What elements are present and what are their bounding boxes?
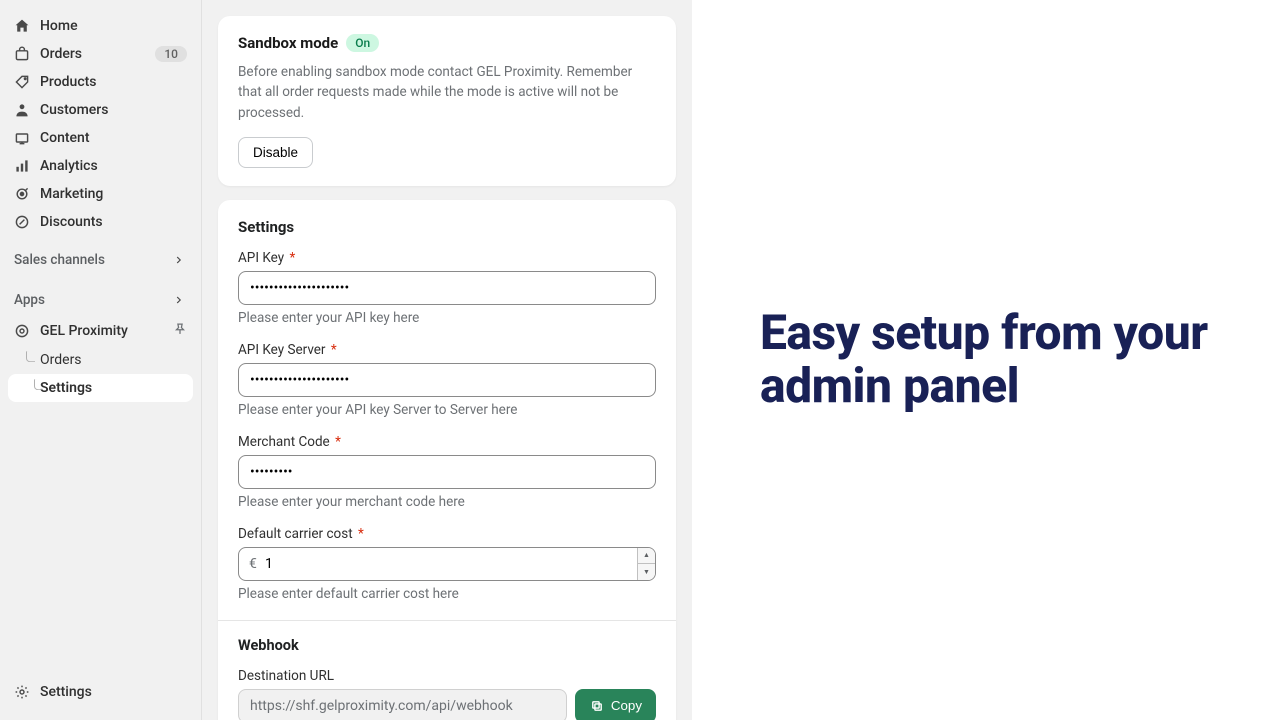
app-sub-settings[interactable]: Settings — [8, 374, 193, 402]
api-server-input[interactable] — [238, 363, 656, 397]
sidebar-item-label: Customers — [40, 102, 108, 118]
sidebar-item-label: Orders — [40, 46, 82, 62]
analytics-icon — [14, 158, 30, 174]
carrier-helper: Please enter default carrier cost here — [238, 586, 656, 602]
api-server-helper: Please enter your API key Server to Serv… — [238, 402, 656, 418]
sandbox-title: Sandbox mode — [238, 34, 338, 52]
target-icon — [14, 186, 30, 202]
chevron-right-icon — [171, 292, 187, 308]
api-key-helper: Please enter your API key here — [238, 310, 656, 326]
api-key-label: API Key * — [238, 250, 656, 266]
pin-icon[interactable] — [173, 322, 187, 340]
sidebar-item-products[interactable]: Products — [0, 68, 201, 96]
app-name: GEL Proximity — [40, 323, 128, 339]
stepper-down[interactable]: ▼ — [638, 564, 655, 580]
carrier-label: Default carrier cost * — [238, 526, 656, 542]
sidebar-item-customers[interactable]: Customers — [0, 96, 201, 124]
webhook-title: Webhook — [238, 637, 656, 654]
currency-symbol: € — [249, 556, 257, 572]
sidebar-item-label: Discounts — [40, 214, 103, 230]
gear-icon — [14, 684, 30, 700]
webhook-url-input[interactable] — [238, 689, 567, 720]
chevron-right-icon — [171, 252, 187, 268]
sidebar-item-label: Settings — [40, 684, 92, 700]
sidebar-item-label: Home — [40, 18, 78, 34]
sub-label: Settings — [40, 380, 92, 396]
content-icon — [14, 130, 30, 146]
sidebar-item-marketing[interactable]: Marketing — [0, 180, 201, 208]
apps-section[interactable]: Apps — [0, 284, 201, 316]
sidebar-item-content[interactable]: Content — [0, 124, 201, 152]
sidebar: Home Orders 10 Products Customers Conten… — [0, 0, 202, 720]
sidebar-item-discounts[interactable]: Discounts — [0, 208, 201, 236]
main-content: Sandbox mode On Before enabling sandbox … — [202, 0, 692, 720]
orders-icon — [14, 46, 30, 62]
tag-icon — [14, 74, 30, 90]
app-sub-orders[interactable]: Orders — [0, 346, 201, 374]
sidebar-item-analytics[interactable]: Analytics — [0, 152, 201, 180]
sidebar-item-orders[interactable]: Orders 10 — [0, 40, 201, 68]
sidebar-item-label: Content — [40, 130, 90, 146]
promo-headline: Easy setup from your admin panel — [760, 307, 1280, 413]
copy-icon — [589, 698, 605, 714]
section-label: Apps — [14, 292, 45, 308]
webhook-row: Destination URL Copy Use the following d… — [238, 668, 656, 720]
copy-button[interactable]: Copy — [575, 689, 656, 720]
disable-button[interactable]: Disable — [238, 137, 313, 168]
app-icon — [14, 323, 30, 339]
app-gel-proximity[interactable]: GEL Proximity — [0, 316, 201, 346]
sidebar-item-label: Products — [40, 74, 97, 90]
sandbox-card: Sandbox mode On Before enabling sandbox … — [218, 16, 676, 186]
sales-channels-section[interactable]: Sales channels — [0, 244, 201, 276]
settings-title: Settings — [238, 218, 656, 236]
api-server-label: API Key Server * — [238, 342, 656, 358]
merchant-row: Merchant Code * Please enter your mercha… — [238, 434, 656, 510]
section-label: Sales channels — [14, 252, 105, 268]
api-key-input[interactable] — [238, 271, 656, 305]
sandbox-title-row: Sandbox mode On — [238, 34, 656, 52]
sidebar-item-label: Marketing — [40, 186, 103, 202]
merchant-helper: Please enter your merchant code here — [238, 494, 656, 510]
carrier-row: Default carrier cost * € ▲ ▼ Please ente… — [238, 526, 656, 602]
sandbox-badge: On — [346, 34, 379, 52]
carrier-input[interactable] — [238, 547, 656, 581]
orders-badge: 10 — [155, 46, 187, 62]
merchant-label: Merchant Code * — [238, 434, 656, 450]
api-key-row: API Key * Please enter your API key here — [238, 250, 656, 326]
sidebar-item-home[interactable]: Home — [0, 12, 201, 40]
discount-icon — [14, 214, 30, 230]
sidebar-item-label: Analytics — [40, 158, 98, 174]
sandbox-desc: Before enabling sandbox mode contact GEL… — [238, 62, 656, 123]
webhook-dest-label: Destination URL — [238, 668, 656, 684]
sidebar-item-settings[interactable]: Settings — [0, 678, 201, 706]
person-icon — [14, 102, 30, 118]
promo-panel: Easy setup from your admin panel — [692, 0, 1280, 720]
api-server-row: API Key Server * Please enter your API k… — [238, 342, 656, 418]
sub-label: Orders — [40, 352, 82, 368]
stepper-up[interactable]: ▲ — [638, 548, 655, 565]
home-icon — [14, 18, 30, 34]
merchant-input[interactable] — [238, 455, 656, 489]
stepper: ▲ ▼ — [637, 548, 655, 580]
copy-label: Copy — [611, 698, 642, 713]
settings-card: Settings API Key * Please enter your API… — [218, 200, 676, 720]
